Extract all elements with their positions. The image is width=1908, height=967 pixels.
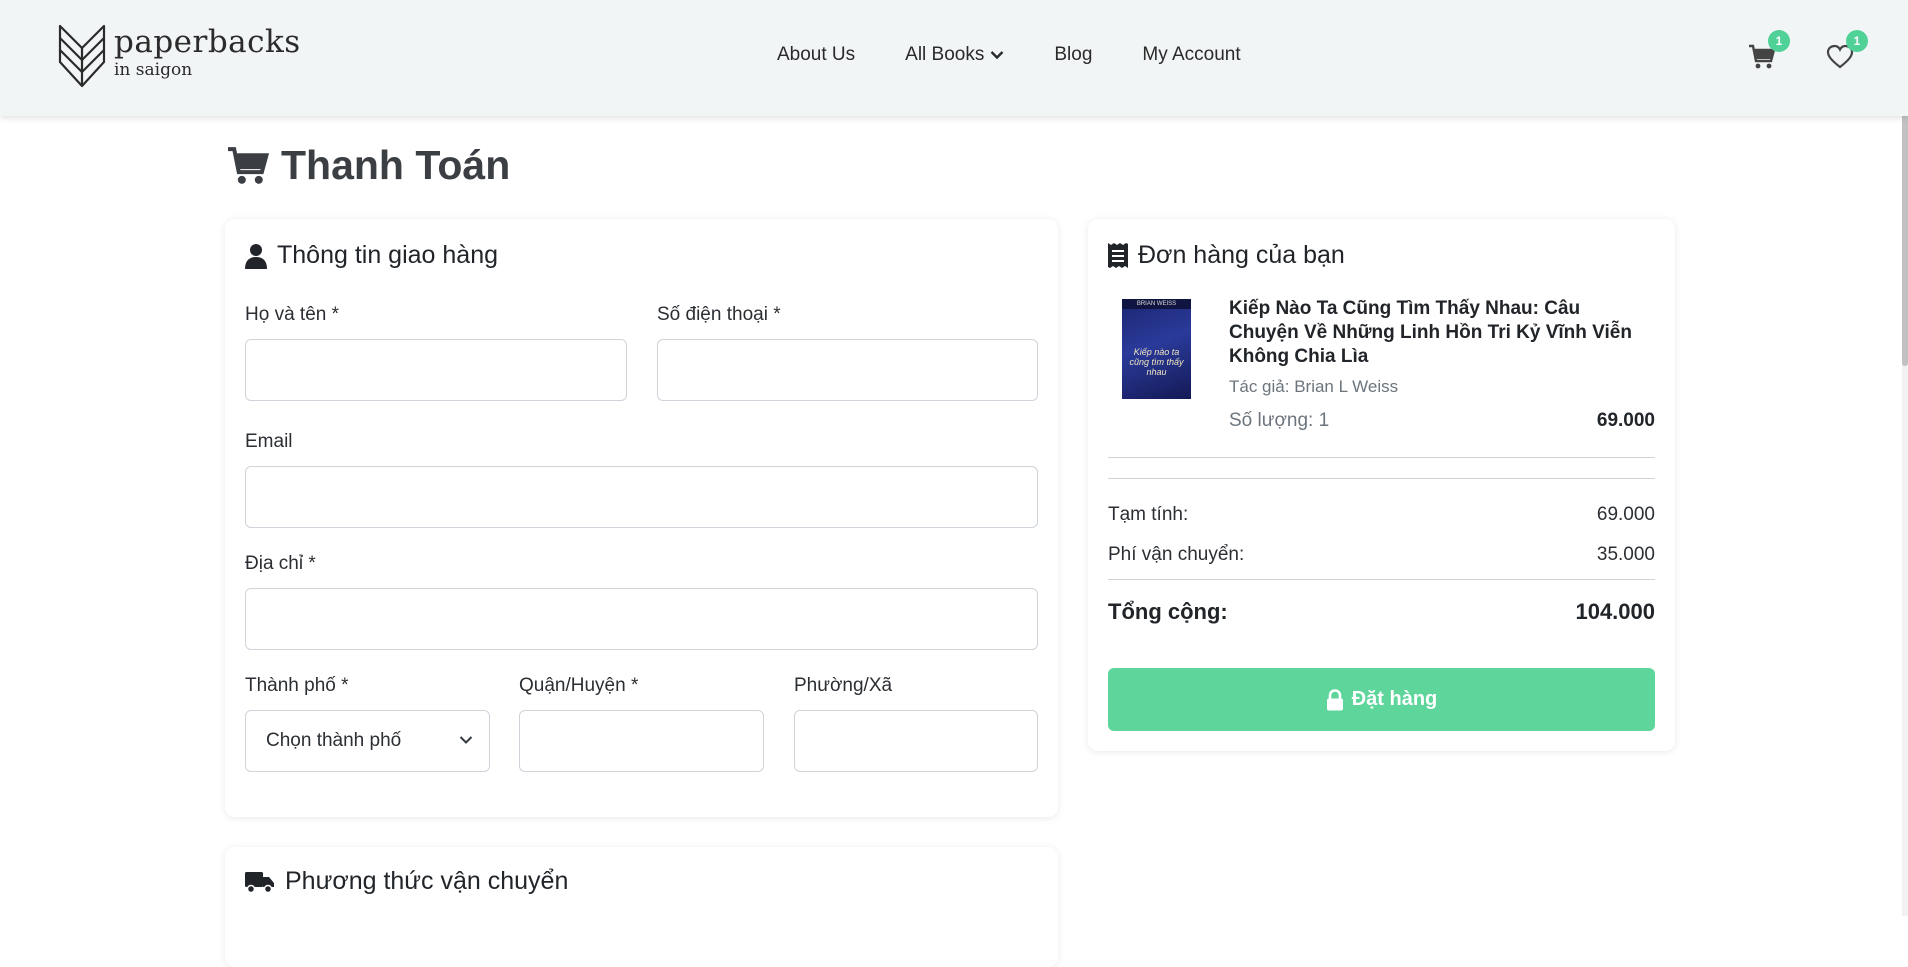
- chevron-down-icon: [459, 736, 473, 744]
- email-label: Email: [245, 431, 293, 452]
- shipping-fee-label: Phí vận chuyển:: [1108, 544, 1245, 565]
- shipping-info-card: Thông tin giao hàng Họ và tên * Số điện …: [225, 219, 1058, 817]
- shipping-method-title-text: Phương thức vận chuyển: [285, 867, 569, 895]
- book-title[interactable]: Kiếp Nào Ta Cũng Tìm Thấy Nhau: Câu Chuy…: [1229, 297, 1649, 369]
- truck-icon: [245, 871, 274, 893]
- user-icon: [245, 243, 267, 269]
- fullname-label: Họ và tên *: [245, 304, 339, 325]
- place-order-label: Đặt hàng: [1351, 688, 1438, 710]
- city-select[interactable]: Chọn thành phố: [245, 710, 490, 772]
- wishlist-button[interactable]: 1: [1826, 30, 1868, 75]
- main-nav: About Us All Books Blog My Account: [777, 44, 1241, 66]
- order-summary-card: Đơn hàng của bạn BRIAN WEISS Kiếp nào ta…: [1088, 219, 1675, 751]
- lock-icon: [1326, 688, 1343, 710]
- cart-count-badge: 1: [1768, 30, 1790, 52]
- book-cover-title: Kiếp nào ta cũng tìm thấy nhau: [1129, 347, 1184, 377]
- subtotal-label: Tạm tính:: [1108, 504, 1189, 525]
- place-order-button[interactable]: Đặt hàng: [1108, 668, 1655, 731]
- district-input[interactable]: [519, 710, 764, 772]
- logo[interactable]: paperbacks in saigon: [58, 22, 301, 90]
- chevron-down-icon: [991, 51, 1004, 60]
- total-value: 104.000: [1575, 599, 1655, 624]
- city-label: Thành phố *: [245, 675, 349, 696]
- divider: [1108, 579, 1655, 580]
- logo-sub-text: in saigon: [114, 60, 193, 80]
- fullname-input[interactable]: [245, 339, 627, 401]
- wishlist-count-badge: 1: [1846, 30, 1868, 52]
- shipping-method-title: Phương thức vận chuyển: [245, 867, 568, 896]
- phone-label: Số điện thoại *: [657, 304, 781, 325]
- shipping-fee-value: 35.000: [1596, 544, 1655, 565]
- ward-input[interactable]: [794, 710, 1038, 772]
- divider: [1108, 457, 1655, 458]
- cart-icon: [228, 146, 270, 184]
- address-label: Địa chỉ *: [245, 553, 316, 574]
- book-price: 69.000: [1596, 410, 1655, 431]
- shipping-info-title: Thông tin giao hàng: [245, 241, 498, 270]
- book-cover-image: BRIAN WEISS Kiếp nào ta cũng tìm thấy nh…: [1122, 299, 1191, 399]
- page-scrollbar[interactable]: [1902, 0, 1908, 916]
- logo-main-text: paperbacks: [114, 24, 301, 60]
- nav-about-us[interactable]: About Us: [777, 44, 855, 66]
- order-summary-title-text: Đơn hàng của bạn: [1138, 241, 1345, 269]
- order-summary-title: Đơn hàng của bạn: [1108, 241, 1345, 270]
- book-author: Tác giả: Brian L Weiss: [1229, 377, 1399, 396]
- total-label: Tổng cộng:: [1108, 599, 1228, 624]
- email-input[interactable]: [245, 466, 1038, 528]
- page-title: Thanh Toán: [225, 142, 510, 189]
- book-quantity: Số lượng: 1: [1229, 410, 1330, 431]
- nav-all-books[interactable]: All Books: [905, 44, 1004, 66]
- district-label: Quận/Huyện *: [519, 675, 639, 696]
- divider: [1108, 478, 1655, 479]
- page-title-text: Thanh Toán: [281, 142, 511, 188]
- logo-icon: [58, 24, 106, 88]
- site-header: paperbacks in saigon About Us All Books …: [0, 0, 1908, 116]
- subtotal-value: 69.000: [1596, 504, 1655, 525]
- nav-blog[interactable]: Blog: [1054, 44, 1092, 66]
- receipt-icon: [1108, 242, 1128, 268]
- city-select-value: Chọn thành phố: [266, 730, 402, 751]
- nav-my-account[interactable]: My Account: [1142, 44, 1240, 66]
- address-input[interactable]: [245, 588, 1038, 650]
- cart-button[interactable]: 1: [1748, 30, 1790, 75]
- book-cover-author: BRIAN WEISS: [1122, 299, 1191, 309]
- shipping-method-card: Phương thức vận chuyển: [225, 847, 1058, 967]
- ward-label: Phường/Xã: [794, 675, 893, 696]
- shipping-info-title-text: Thông tin giao hàng: [277, 241, 499, 269]
- nav-all-books-label: All Books: [905, 44, 985, 65]
- phone-input[interactable]: [657, 339, 1038, 401]
